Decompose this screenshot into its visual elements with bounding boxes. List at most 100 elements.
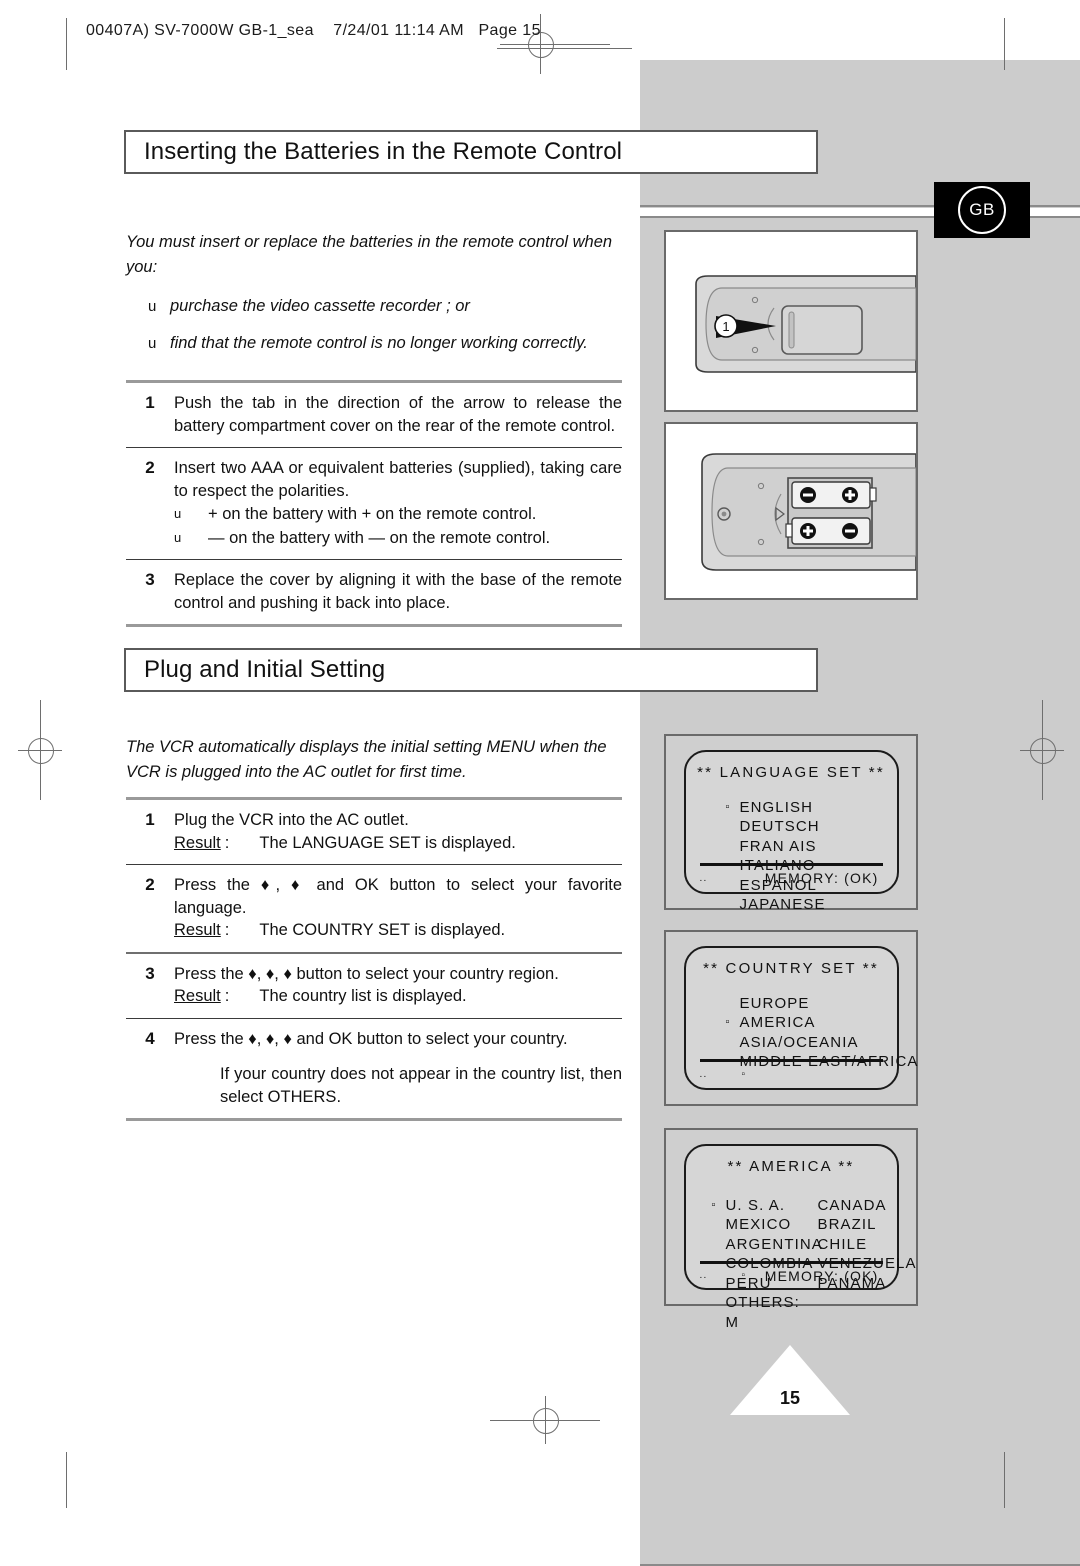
step-text-block: Press the ♦, ♦, ♦ button to select your … — [174, 963, 622, 1008]
osd-footer-mid: ▫ — [741, 1270, 747, 1282]
osd-item-label: BRAZIL — [817, 1216, 877, 1234]
osd-america-list: ** AMERICA ** ▫ U. S. A. CANADA MEXICO BRAZ… — [664, 1128, 918, 1331]
svg-text:1: 1 — [722, 319, 729, 334]
region-badge-gb: GB — [934, 182, 1030, 238]
osd-country-set: ** COUNTRY SET ** EUROPE ▫ AMERICA ASIA/O… — [664, 930, 918, 1106]
section-title-plug-label: Plug and Initial Setting — [144, 656, 386, 683]
section-title-batteries: Inserting the Batteries in the Remote Co… — [124, 130, 818, 174]
section-title-plug: Plug and Initial Setting — [124, 648, 818, 692]
cursor-spacer — [726, 994, 740, 1014]
step-item: 2 Insert two AAA or equivalent batteries… — [126, 448, 622, 559]
osd-title: ** LANGUAGE SET ** — [697, 763, 885, 781]
step-sub-text: — on the battery with — on the remote co… — [208, 528, 551, 547]
step-text-block: Press the ♦, ♦, ♦ and OK button to selec… — [174, 1028, 622, 1109]
step-result: Result : The COUNTRY SET is displayed. — [174, 919, 622, 942]
step-sub-text: + on the battery with + on the remote co… — [208, 505, 537, 523]
step-result: Result : The country list is displayed. — [174, 985, 622, 1008]
list-item: ▫ AMERICA — [726, 1013, 897, 1033]
list-item: ARGENTINA CHILE — [712, 1235, 917, 1255]
result-label: Result — [174, 987, 221, 1005]
osd-title: ** COUNTRY SET ** — [703, 959, 879, 977]
osd-item-label: AMERICA — [739, 1014, 816, 1032]
osd-item-label: ENGLISH — [739, 798, 814, 816]
step-divider — [126, 1118, 622, 1121]
gb-badge-label: GB — [958, 186, 1006, 234]
result-text: The country list is displayed. — [259, 987, 467, 1005]
osd-footer-right: MEMORY: (OK) — [764, 1267, 879, 1284]
bullet-marker: u — [174, 506, 182, 521]
page-number-badge: 15 — [730, 1345, 850, 1415]
step-divider — [126, 624, 622, 627]
step-text: Press the ♦, ♦ and OK button to select y… — [174, 876, 622, 917]
step-text: Push the tab in the direction of the arr… — [174, 394, 622, 435]
osd-footer: .. MEMORY: (OK) — [686, 868, 897, 888]
step-number: 3 — [145, 963, 155, 983]
list-item: ASIA/OCEANIA — [726, 1033, 897, 1053]
osd-country-screen: ** COUNTRY SET ** EUROPE ▫ AMERICA ASIA/O… — [683, 945, 917, 1091]
osd-divider — [699, 1059, 883, 1063]
section-1-intro: You must insert or replace the batteries… — [126, 233, 613, 276]
result-text: The COUNTRY SET is displayed. — [259, 921, 506, 939]
step-number: 1 — [145, 810, 155, 829]
step-item: 3 Replace the cover by aligning it with … — [126, 560, 622, 624]
step-text: Press the ♦, ♦, ♦ and OK button to selec… — [174, 1029, 568, 1048]
section-1-lead: You must insert or replace the batteries… — [126, 230, 626, 356]
bullet-marker: u — [174, 529, 182, 545]
remote-back-tab-illustration: 1 — [695, 275, 916, 373]
osd-item-label: OTHERS: M — [725, 1294, 800, 1331]
result-colon: : — [224, 987, 230, 1005]
osd-footer: .. ▫ — [686, 1064, 897, 1084]
list-item: ▫ ENGLISH — [726, 798, 826, 818]
remote-batteries-illustration — [701, 453, 916, 571]
cursor-spacer — [726, 895, 740, 915]
cursor-spacer — [712, 1235, 726, 1255]
osd-footer-mid: ▫ — [741, 1068, 747, 1080]
step-item: 1 Push the tab in the direction of the a… — [126, 383, 622, 447]
step-number: 4 — [145, 1028, 155, 1048]
osd-footer: .. ▫ MEMORY: (OK) — [686, 1266, 897, 1285]
section-2-intro: The VCR automatically displays the initi… — [126, 738, 607, 781]
osd-footer-left: .. — [699, 1270, 708, 1282]
list-item: EUROPE — [726, 994, 897, 1014]
osd-footer-right: MEMORY: (OK) — [764, 870, 879, 887]
step-number: 1 — [145, 393, 155, 412]
cursor-spacer — [726, 837, 740, 857]
osd-item-label: U. S. A. — [725, 1196, 786, 1214]
registration-mark-bottom — [490, 1390, 600, 1450]
osd-divider — [699, 863, 883, 867]
registration-mark-right — [1012, 700, 1072, 800]
step-sub-item: u — on the battery with — on the remote … — [174, 527, 622, 550]
osd-item-label: CANADA — [817, 1196, 887, 1214]
osd-item-label: DEUTSCH — [739, 818, 820, 836]
list-item: FRAN AIS — [726, 837, 826, 857]
osd-divider — [699, 1261, 883, 1265]
osd-item-label: JAPANESE — [739, 896, 826, 914]
cursor-spacer — [726, 817, 740, 837]
figure-remote-batteries — [664, 422, 918, 600]
lead-bullet-row: u purchase the video cassette recorder ;… — [126, 294, 626, 319]
cursor-marker: ▫ — [725, 800, 731, 813]
step-text-block: Insert two AAA or equivalent batteries (… — [174, 457, 622, 549]
step-result: Result : The LANGUAGE SET is displayed. — [174, 832, 622, 855]
step-item: 4 Press the ♦, ♦, ♦ and OK button to sel… — [126, 1019, 622, 1119]
osd-language-items: ▫ENGLISH DEUTSCH FRAN AIS ITALIANO ESPAN… — [726, 798, 826, 915]
step-text: Press the ♦, ♦, ♦ button to select your … — [174, 964, 559, 983]
step-item: 1 Plug the VCR into the AC outlet. Resul… — [126, 800, 622, 864]
cursor-marker: ▫ — [725, 1016, 731, 1029]
section-2-lead: The VCR automatically displays the initi… — [126, 735, 626, 785]
osd-america-items: ▫ U. S. A. CANADA MEXICO BRAZIL ARGENTINA CH… — [712, 1196, 917, 1333]
crop-bar-bottom-right — [1004, 1452, 1005, 1508]
crop-bar-bottom-left — [66, 1452, 67, 1508]
slug-rule-right — [556, 48, 632, 49]
cursor-spacer — [712, 1215, 726, 1235]
step-note: If your country does not appear in the c… — [220, 1065, 622, 1106]
cursor-marker: ▫ — [711, 1198, 717, 1211]
bullet-marker: u — [148, 335, 157, 352]
osd-item-label: ARGENTINA — [725, 1235, 823, 1253]
section-2-steps: 1 Plug the VCR into the AC outlet. Resul… — [126, 797, 622, 1121]
osd-item-label: ASIA/OCEANIA — [739, 1033, 859, 1051]
osd-item-label: FRAN AIS — [739, 837, 817, 855]
step-text: Plug the VCR into the AC outlet. — [174, 811, 409, 829]
crop-bar-top-left — [66, 18, 67, 70]
step-text-block: Plug the VCR into the AC outlet. Result … — [174, 809, 622, 854]
